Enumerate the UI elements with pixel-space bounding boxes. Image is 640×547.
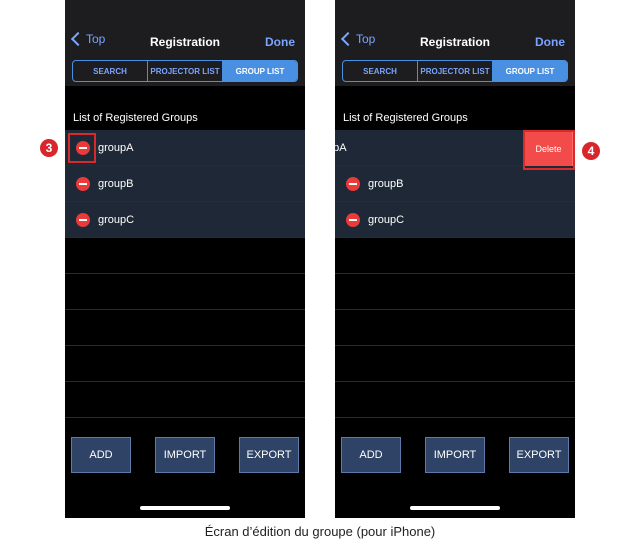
phone-screen-left: Top Registration Done SEARCH PROJECTOR L… — [65, 0, 305, 518]
empty-row — [335, 274, 575, 310]
list-item[interactable]: groupC — [335, 202, 575, 238]
add-button[interactable]: ADD — [71, 437, 131, 473]
list-item[interactable]: groupB — [335, 166, 575, 202]
group-list: groupA groupB groupC — [65, 130, 305, 418]
remove-icon[interactable] — [76, 176, 90, 191]
empty-row — [65, 310, 305, 346]
segmented-control-bar: SEARCH PROJECTOR LIST GROUP LIST — [65, 56, 305, 86]
tab-search[interactable]: SEARCH — [73, 61, 148, 81]
remove-icon[interactable] — [346, 212, 360, 227]
tab-group-list[interactable]: GROUP LIST — [493, 61, 567, 81]
remove-icon[interactable] — [76, 212, 90, 227]
group-list: upA Delete groupB groupC — [335, 130, 575, 418]
list-item[interactable]: groupA — [65, 130, 305, 166]
highlight-box — [68, 133, 96, 163]
export-button[interactable]: EXPORT — [509, 437, 569, 473]
group-name: groupB — [98, 177, 134, 190]
remove-icon[interactable] — [346, 176, 360, 191]
empty-row — [65, 274, 305, 310]
navigation-bar: Top Registration Done — [335, 0, 575, 56]
segmented-control: SEARCH PROJECTOR LIST GROUP LIST — [72, 60, 298, 82]
empty-row — [335, 238, 575, 274]
empty-row — [335, 382, 575, 418]
step-marker-4: 4 — [582, 142, 600, 160]
empty-row — [65, 346, 305, 382]
caption: Écran d’édition du groupe (pour iPhone) — [204, 524, 436, 539]
group-name: groupC — [368, 213, 405, 226]
done-button[interactable]: Done — [265, 35, 295, 49]
empty-row — [65, 238, 305, 274]
tab-projector-list[interactable]: PROJECTOR LIST — [418, 61, 493, 81]
home-indicator — [410, 506, 500, 510]
done-button[interactable]: Done — [535, 35, 565, 49]
section-header: List of Registered Groups — [343, 112, 468, 124]
empty-row — [335, 346, 575, 382]
import-button[interactable]: IMPORT — [155, 437, 215, 473]
tab-group-list[interactable]: GROUP LIST — [223, 61, 297, 81]
segmented-control: SEARCH PROJECTOR LIST GROUP LIST — [342, 60, 568, 82]
import-button[interactable]: IMPORT — [425, 437, 485, 473]
export-button[interactable]: EXPORT — [239, 437, 299, 473]
segmented-control-bar: SEARCH PROJECTOR LIST GROUP LIST — [335, 56, 575, 86]
tab-projector-list[interactable]: PROJECTOR LIST — [148, 61, 223, 81]
group-name: groupC — [98, 213, 135, 226]
group-name: groupB — [368, 177, 404, 190]
phone-screen-right: Top Registration Done SEARCH PROJECTOR L… — [335, 0, 575, 518]
empty-row — [335, 310, 575, 346]
navigation-bar: Top Registration Done — [65, 0, 305, 56]
group-name: upA — [335, 141, 347, 154]
step-marker-3: 3 — [40, 139, 58, 157]
tab-search[interactable]: SEARCH — [343, 61, 418, 81]
section-header: List of Registered Groups — [73, 112, 198, 124]
add-button[interactable]: ADD — [341, 437, 401, 473]
highlight-box — [523, 130, 575, 170]
list-item[interactable]: groupB — [65, 166, 305, 202]
home-indicator — [140, 506, 230, 510]
group-name: groupA — [98, 141, 134, 154]
empty-row — [65, 382, 305, 418]
list-item[interactable]: groupC — [65, 202, 305, 238]
